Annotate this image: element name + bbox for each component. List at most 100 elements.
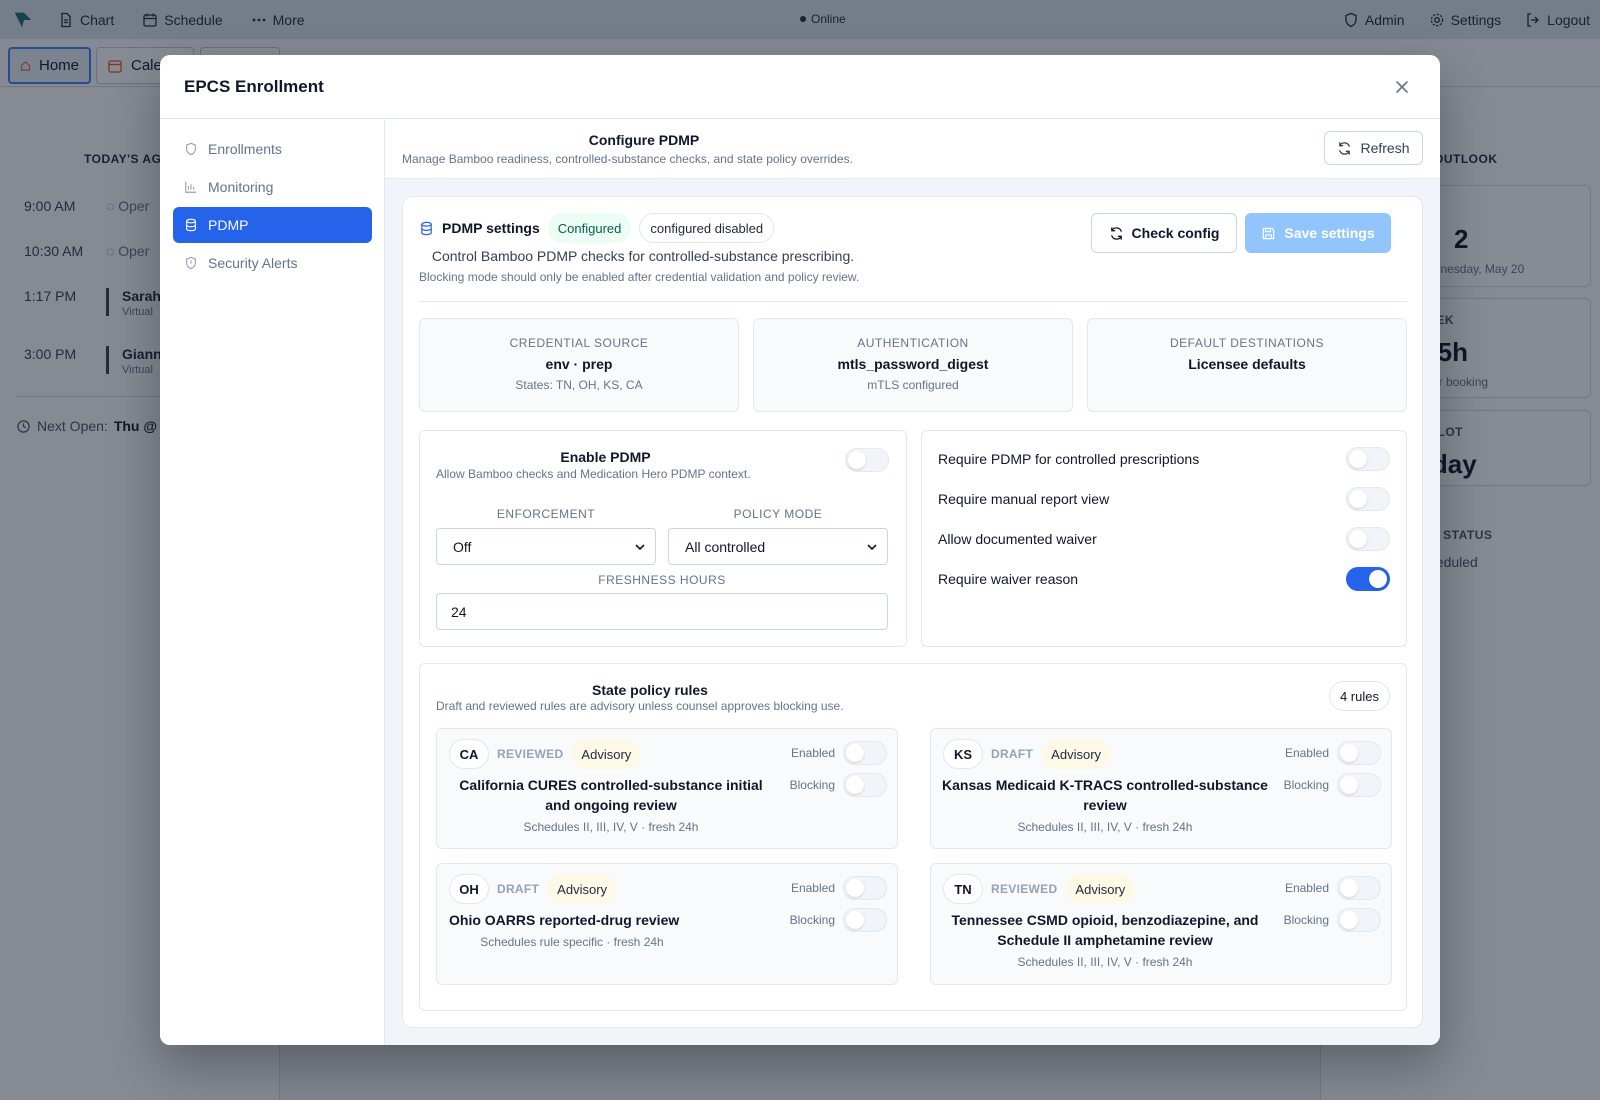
rules-count-badge: 4 rules (1328, 681, 1390, 711)
require-pdmp-toggle[interactable] (1346, 447, 1390, 471)
sidebar-item-pdmp[interactable]: PDMP (173, 207, 372, 243)
policy-mode-select[interactable]: All controlled (668, 528, 888, 565)
shield-icon (186, 142, 196, 156)
info-caption: CREDENTIAL SOURCE (509, 336, 649, 350)
enforcement-value: Off (453, 538, 472, 555)
shield-alert-icon (186, 256, 196, 270)
sidebar-item-enrollments[interactable]: Enrollments (173, 131, 372, 167)
save-settings-label: Save settings (1284, 225, 1375, 241)
bar-chart-icon (185, 181, 197, 193)
rule-blocking-toggle[interactable] (1337, 908, 1381, 932)
toggle-knob (846, 911, 864, 929)
sidebar-item-label: Security Alerts (208, 255, 298, 271)
default-destinations-box: DEFAULT DESTINATIONS Licensee defaults (1087, 318, 1407, 412)
enable-pdmp-panel: Enable PDMP Allow Bamboo checks and Medi… (419, 430, 907, 647)
toggle-knob (848, 451, 866, 469)
rule-card-ks: KS DRAFT Advisory Kansas Medicaid K-TRAC… (930, 728, 1392, 849)
rule-meta: Schedules II, III, IV, V · fresh 24h (1017, 820, 1193, 834)
blocking-label: Blocking (1283, 913, 1329, 927)
rule-name: California CURES controlled-substance in… (459, 777, 763, 813)
credential-source-box: CREDENTIAL SOURCE env · prep States: TN,… (419, 318, 739, 412)
rule-blocking-toggle[interactable] (843, 773, 887, 797)
require-manual-report-toggle[interactable] (1346, 487, 1390, 511)
database-icon (186, 218, 196, 232)
allow-waiver-toggle[interactable] (1346, 527, 1390, 551)
authentication-box: AUTHENTICATION mtls_password_digest mTLS… (753, 318, 1073, 412)
save-settings-button[interactable]: Save settings (1245, 213, 1391, 253)
enabled-label: Enabled (1284, 746, 1329, 760)
pdmp-settings-card: PDMP settings Configured configured disa… (402, 196, 1423, 1028)
requirements-panel: Require PDMP for controlled prescription… (921, 430, 1407, 647)
enable-pdmp-toggle[interactable] (845, 448, 889, 472)
require-manual-report-label: Require manual report view (938, 491, 1110, 507)
enabled-label: Enabled (1284, 881, 1329, 895)
advisory-badge: Advisory (571, 739, 642, 769)
rule-status: DRAFT (991, 747, 1034, 761)
toggle-knob (846, 879, 864, 897)
configured-badge: Configured (547, 213, 632, 243)
sidebar-item-label: PDMP (208, 217, 249, 233)
require-waiver-reason-toggle[interactable] (1346, 567, 1390, 591)
content-header: Configure PDMP Manage Bamboo readiness, … (385, 119, 1440, 179)
info-caption: DEFAULT DESTINATIONS (1169, 336, 1325, 350)
toggle-knob (846, 744, 864, 762)
sidebar-item-security-alerts[interactable]: Security Alerts (173, 245, 372, 281)
settings-title: PDMP settings (442, 220, 540, 236)
divider (419, 301, 1407, 302)
rule-card-oh: OH DRAFT Advisory Ohio OARRS reported-dr… (436, 863, 898, 985)
freshness-hours-input[interactable]: 24 (436, 593, 888, 630)
toggle-knob (1340, 911, 1358, 929)
advisory-badge: Advisory (1041, 739, 1112, 769)
rule-header: OH DRAFT Advisory (449, 874, 618, 904)
rule-enabled-toggle[interactable] (1337, 876, 1381, 900)
rule-card-ca: CA REVIEWED Advisory California CURES co… (436, 728, 898, 849)
rule-blocking-toggle[interactable] (1337, 773, 1381, 797)
enable-pdmp-title: Enable PDMP (560, 449, 651, 465)
dialog-title: EPCS Enrollment (184, 77, 324, 96)
advisory-badge: Advisory (1065, 874, 1136, 904)
check-config-button[interactable]: Check config (1091, 213, 1237, 253)
toggle-knob (846, 776, 864, 794)
freshness-hours-value: 24 (451, 603, 467, 620)
blocking-label: Blocking (789, 913, 835, 927)
save-icon (1263, 227, 1275, 239)
check-config-label: Check config (1131, 225, 1220, 241)
state-rules-subtitle: Draft and reviewed rules are advisory un… (436, 699, 844, 713)
sidebar-item-monitoring[interactable]: Monitoring (173, 169, 372, 205)
info-detail: mTLS configured (867, 378, 959, 392)
settings-header: PDMP settings Configured configured disa… (419, 213, 775, 243)
state-code: CA (449, 739, 489, 769)
toggle-knob (1349, 490, 1367, 508)
rule-name: Tennessee CSMD opioid, benzodiazepine, a… (951, 912, 1259, 948)
info-value: mtls_password_digest (837, 356, 989, 372)
enforcement-label: ENFORCEMENT (496, 507, 596, 521)
blocking-label: Blocking (789, 778, 835, 792)
require-pdmp-label: Require PDMP for controlled prescription… (938, 451, 1200, 467)
content-subtitle: Manage Bamboo readiness, controlled-subs… (402, 152, 853, 166)
rule-meta: Schedules rule specific · fresh 24h (480, 935, 664, 949)
toggle-knob (1340, 776, 1358, 794)
settings-note: Blocking mode should only be enabled aft… (419, 270, 860, 284)
refresh-button[interactable]: Refresh (1324, 131, 1423, 165)
info-value: Licensee defaults (1188, 356, 1306, 372)
refresh-icon (1110, 226, 1122, 240)
sidebar-item-label: Monitoring (208, 179, 274, 195)
close-icon[interactable] (1392, 77, 1412, 97)
refresh-button-label: Refresh (1360, 140, 1410, 156)
sidebar-item-label: Enrollments (208, 141, 282, 157)
toggle-knob (1369, 570, 1387, 588)
refresh-icon (1339, 141, 1351, 155)
policy-mode-value: All controlled (685, 538, 766, 555)
rule-enabled-toggle[interactable] (1337, 741, 1381, 765)
info-detail: States: TN, OH, KS, CA (515, 378, 643, 392)
rule-enabled-toggle[interactable] (843, 741, 887, 765)
blocking-label: Blocking (1283, 778, 1329, 792)
toggle-knob (1340, 744, 1358, 762)
rule-name: Ohio OARRS reported-drug review (449, 912, 680, 928)
enforcement-select[interactable]: Off (436, 528, 656, 565)
state-code: KS (943, 739, 983, 769)
rule-status: REVIEWED (991, 882, 1058, 896)
rule-enabled-toggle[interactable] (843, 876, 887, 900)
state-code: TN (943, 874, 983, 904)
rule-blocking-toggle[interactable] (843, 908, 887, 932)
